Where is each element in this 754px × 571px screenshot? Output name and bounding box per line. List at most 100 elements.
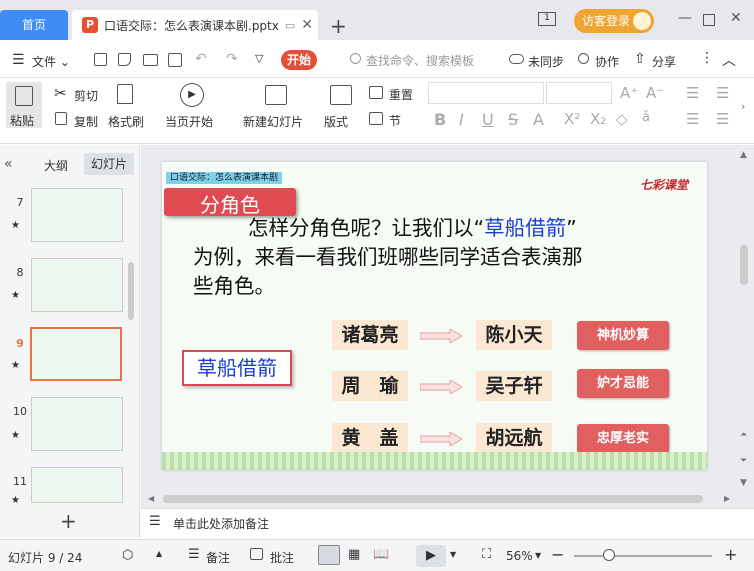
export-icon[interactable] bbox=[118, 53, 131, 66]
tab-document[interactable]: P 口语交际：怎么表演课本剧.pptx ▭ ✕ bbox=[72, 10, 318, 40]
search-icon[interactable] bbox=[350, 53, 361, 64]
strikethrough-icon[interactable]: S bbox=[508, 110, 518, 129]
format-painter-button[interactable]: 格式刷 bbox=[108, 113, 144, 130]
command-search-input[interactable]: 查找命令、搜索模板 bbox=[366, 52, 474, 69]
redo-icon[interactable]: ↷ bbox=[226, 51, 238, 67]
section-icon[interactable] bbox=[369, 112, 383, 125]
section-button[interactable]: 节 bbox=[389, 112, 401, 129]
close-tab-icon[interactable]: ✕ bbox=[301, 17, 313, 33]
caret-up-icon[interactable]: ▲ bbox=[156, 549, 162, 558]
panel-scrollbar[interactable] bbox=[128, 262, 134, 320]
layout-icon[interactable] bbox=[330, 85, 352, 105]
save-icon[interactable] bbox=[94, 53, 107, 66]
share-icon[interactable]: ⇧ bbox=[634, 51, 646, 67]
font-size-select[interactable] bbox=[546, 82, 612, 104]
hamburger-icon[interactable]: ☰ bbox=[12, 52, 25, 68]
slide[interactable]: 口语交际：怎么表演课本剧 七彩课堂 分角色 怎样分角色呢？让我们以“草船借箭” … bbox=[162, 162, 707, 470]
slide-thumbnail[interactable] bbox=[31, 188, 123, 242]
comment-icon[interactable] bbox=[250, 548, 263, 560]
reading-view-icon[interactable]: 📖 bbox=[373, 547, 389, 562]
normal-view-icon[interactable] bbox=[318, 545, 340, 565]
slide-thumbnail[interactable] bbox=[31, 258, 123, 312]
layout-button[interactable]: 版式 bbox=[324, 113, 348, 130]
scissors-icon[interactable]: ✂ bbox=[54, 84, 67, 102]
play-slideshow-button[interactable]: ▶ bbox=[416, 545, 446, 567]
unsync-button[interactable]: 未同步 bbox=[528, 53, 564, 70]
vertical-scrollbar-thumb[interactable] bbox=[740, 245, 748, 285]
collaborate-icon[interactable] bbox=[578, 53, 589, 64]
minimize-icon[interactable]: — bbox=[678, 10, 692, 26]
phonetic-icon[interactable]: ǎ bbox=[642, 110, 650, 125]
ribbon-scroll-right-icon[interactable]: › bbox=[741, 100, 745, 113]
collaborate-button[interactable]: 协作 bbox=[595, 53, 619, 70]
new-tab-icon[interactable]: + bbox=[330, 14, 347, 38]
cloud-sync-icon[interactable] bbox=[509, 54, 524, 64]
maximize-icon[interactable] bbox=[703, 14, 715, 26]
collapse-ribbon-icon[interactable]: ︿ bbox=[722, 50, 736, 70]
tab-start[interactable]: 开始 bbox=[281, 50, 317, 70]
print-icon[interactable] bbox=[143, 54, 158, 66]
vertical-scroll-up-icon[interactable]: ▲ bbox=[740, 150, 747, 160]
next-slide-icon[interactable]: ⏷ bbox=[740, 456, 747, 466]
more-dropdown-icon[interactable]: ▽ bbox=[255, 52, 263, 65]
slide-thumbnail-selected[interactable] bbox=[30, 327, 122, 381]
bold-icon[interactable]: B bbox=[434, 110, 446, 129]
underline-icon[interactable]: U bbox=[482, 110, 494, 129]
play-from-current-icon[interactable]: ▶ bbox=[180, 83, 204, 107]
vertical-scroll-down-icon[interactable]: ▼ bbox=[740, 478, 747, 488]
window-count-icon[interactable]: 1 bbox=[538, 12, 556, 26]
notes-toggle-icon[interactable]: ☰ bbox=[188, 547, 200, 562]
file-menu[interactable]: 文件 ⌄ bbox=[32, 53, 70, 70]
superscript-icon[interactable]: X² bbox=[564, 110, 580, 128]
reset-button[interactable]: 重置 bbox=[389, 86, 413, 103]
font-name-select[interactable] bbox=[428, 82, 544, 104]
copy-icon[interactable] bbox=[55, 112, 67, 125]
zoom-out-icon[interactable]: − bbox=[551, 545, 564, 564]
numbered-list-icon[interactable]: ☰ bbox=[716, 84, 729, 102]
align-center-icon[interactable]: ☰ bbox=[716, 110, 729, 128]
cube-icon[interactable]: ⬡ bbox=[122, 548, 133, 563]
subscript-icon[interactable]: X₂ bbox=[590, 110, 606, 128]
zoom-slider-handle[interactable] bbox=[603, 549, 615, 561]
cut-button[interactable]: 剪切 bbox=[74, 87, 98, 104]
scroll-left-icon[interactable]: ◀ bbox=[148, 494, 154, 503]
scroll-right-icon[interactable]: ▶ bbox=[724, 494, 730, 503]
decrease-font-icon[interactable]: A⁻ bbox=[646, 84, 664, 102]
guest-login-button[interactable]: 访客登录 bbox=[574, 9, 654, 33]
zoom-in-icon[interactable]: + bbox=[724, 545, 737, 564]
print-preview-icon[interactable] bbox=[168, 53, 182, 67]
play-options-icon[interactable]: ▼ bbox=[450, 550, 456, 559]
comment-button[interactable]: 批注 bbox=[270, 549, 294, 566]
new-slide-button[interactable]: 新建幻灯片 bbox=[243, 113, 303, 130]
collapse-panel-icon[interactable]: « bbox=[4, 156, 13, 172]
tab-slides[interactable]: 幻灯片 bbox=[84, 153, 134, 175]
undo-icon[interactable]: ↶ bbox=[195, 51, 207, 67]
align-left-icon[interactable]: ☰ bbox=[686, 110, 699, 128]
increase-font-icon[interactable]: A⁺ bbox=[620, 84, 638, 102]
more-options-icon[interactable]: ⋮ bbox=[700, 50, 714, 66]
italic-icon[interactable]: I bbox=[459, 110, 464, 129]
font-color-icon[interactable]: A bbox=[533, 110, 544, 129]
play-from-current-button[interactable]: 当页开始 bbox=[165, 113, 213, 130]
close-window-icon[interactable]: ✕ bbox=[730, 10, 742, 26]
grid-view-icon[interactable]: ▦ bbox=[348, 547, 360, 562]
tab-outline[interactable]: 大纲 bbox=[44, 157, 68, 174]
prev-slide-icon[interactable]: ⏶ bbox=[740, 430, 747, 440]
notes-area[interactable]: ☰ 单击此处添加备注 bbox=[141, 508, 754, 538]
clear-format-icon[interactable]: ◇ bbox=[616, 110, 628, 128]
zoom-level[interactable]: 56% bbox=[506, 549, 533, 563]
zoom-slider-track[interactable] bbox=[574, 555, 712, 557]
format-painter-icon[interactable] bbox=[117, 84, 133, 104]
reset-icon[interactable] bbox=[369, 86, 383, 99]
monitor-icon[interactable]: ▭ bbox=[285, 19, 295, 32]
new-slide-icon[interactable] bbox=[265, 85, 287, 105]
share-button[interactable]: 分享 bbox=[652, 53, 676, 70]
paste-button[interactable]: 粘贴 bbox=[6, 82, 42, 128]
zoom-dropdown-icon[interactable]: ▼ bbox=[535, 551, 541, 560]
fit-window-icon[interactable]: ⛶ bbox=[482, 547, 491, 562]
notes-toggle-button[interactable]: 备注 bbox=[206, 549, 230, 566]
tab-home[interactable]: 首页 bbox=[0, 10, 68, 40]
horizontal-scrollbar-thumb[interactable] bbox=[163, 495, 703, 503]
slide-thumbnail[interactable] bbox=[31, 467, 123, 503]
slide-thumbnail[interactable] bbox=[31, 397, 123, 451]
